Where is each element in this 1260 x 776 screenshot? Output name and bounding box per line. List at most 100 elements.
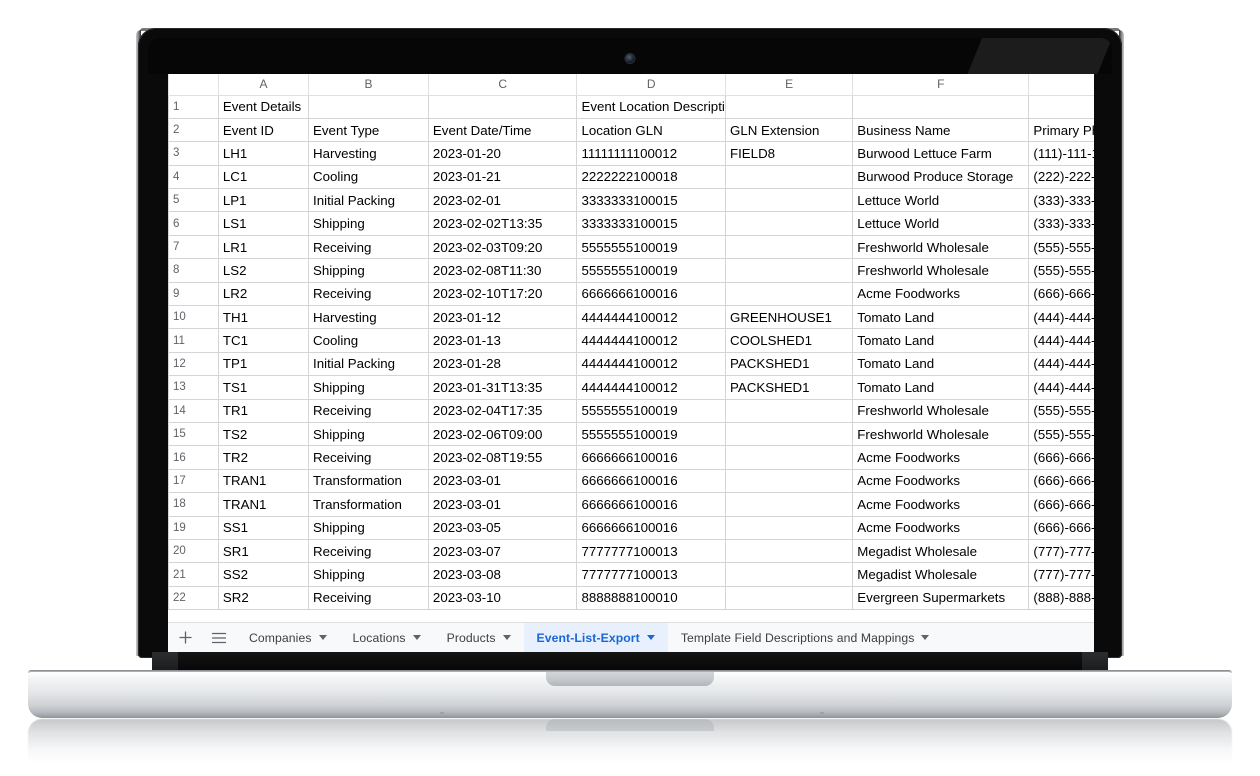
cell-f1[interactable] bbox=[853, 95, 1029, 118]
cell-event-date-time[interactable]: 2023-02-10T17:20 bbox=[428, 282, 577, 305]
cell-event-date-time[interactable]: 2023-02-02T13:35 bbox=[428, 212, 577, 235]
cell-event-date-time[interactable]: 2023-03-01 bbox=[428, 493, 577, 516]
cell-event-type[interactable]: Shipping bbox=[309, 422, 429, 445]
sheet-tab[interactable]: Products bbox=[434, 623, 524, 653]
table-row[interactable]: 17TRAN1Transformation2023-03-01666666610… bbox=[169, 469, 1095, 492]
chevron-down-icon[interactable] bbox=[921, 635, 929, 640]
cell-event-id[interactable]: LR1 bbox=[218, 235, 308, 258]
cell-gln-extension[interactable]: COOLSHED1 bbox=[725, 329, 852, 352]
cell-primary-phone[interactable]: (555)-555-1234 bbox=[1029, 422, 1094, 445]
cell-event-date-time[interactable]: 2023-02-04T17:35 bbox=[428, 399, 577, 422]
cell-business-name[interactable]: Tomato Land bbox=[853, 352, 1029, 375]
cell-gln-extension[interactable] bbox=[725, 539, 852, 562]
table-row[interactable]: 3LH1Harvesting2023-01-2011111111100012FI… bbox=[169, 142, 1095, 165]
cell-event-date-time[interactable]: 2023-03-01 bbox=[428, 469, 577, 492]
table-row[interactable]: 5LP1Initial Packing2023-02-0133333331000… bbox=[169, 189, 1095, 212]
cell-location-gln[interactable]: 6666666100016 bbox=[577, 469, 726, 492]
cell-location-gln[interactable]: 5555555100019 bbox=[577, 399, 726, 422]
cell-location-gln[interactable]: 2222222100018 bbox=[577, 165, 726, 188]
cell-event-id[interactable]: LS2 bbox=[218, 259, 308, 282]
cell-gln-extension[interactable] bbox=[725, 189, 852, 212]
row-number[interactable]: 5 bbox=[169, 189, 219, 212]
cell-gln-extension[interactable] bbox=[725, 469, 852, 492]
cell-primary-phone[interactable]: (777)-777-1234 bbox=[1029, 563, 1094, 586]
cell-business-name[interactable]: Burwood Lettuce Farm bbox=[853, 142, 1029, 165]
sheet-tab[interactable]: Locations bbox=[340, 623, 434, 653]
row-number[interactable]: 22 bbox=[169, 586, 219, 609]
table-row[interactable]: 2 Event ID Event Type Event Date/Time Lo… bbox=[169, 118, 1095, 141]
cell-primary-phone[interactable]: (555)-555-1234 bbox=[1029, 399, 1094, 422]
cell-primary-phone[interactable]: (777)-777-1234 bbox=[1029, 539, 1094, 562]
cell-event-date-time[interactable]: 2023-03-10 bbox=[428, 586, 577, 609]
cell-primary-phone[interactable]: (666)-666-1234 bbox=[1029, 516, 1094, 539]
cell-event-date-time[interactable]: 2023-01-21 bbox=[428, 165, 577, 188]
cell-gln-extension[interactable] bbox=[725, 422, 852, 445]
cell-primary-phone[interactable]: (666)-666-1234 bbox=[1029, 493, 1094, 516]
cell-event-id[interactable]: TS2 bbox=[218, 422, 308, 445]
row-number[interactable]: 3 bbox=[169, 142, 219, 165]
cell-location-gln[interactable]: 3333333100015 bbox=[577, 212, 726, 235]
cell-primary-phone[interactable]: (222)-222-1234 bbox=[1029, 165, 1094, 188]
cell-location-gln[interactable]: 6666666100016 bbox=[577, 516, 726, 539]
cell-location-gln[interactable]: 4444444100012 bbox=[577, 329, 726, 352]
cell-gln-extension[interactable] bbox=[725, 399, 852, 422]
cell-event-id[interactable]: SS2 bbox=[218, 563, 308, 586]
table-row[interactable]: 15TS2Shipping2023-02-06T09:0055555551000… bbox=[169, 422, 1095, 445]
cell-location-gln[interactable]: 6666666100016 bbox=[577, 282, 726, 305]
cell-business-name[interactable]: Freshworld Wholesale bbox=[853, 259, 1029, 282]
cell-event-id[interactable]: SR2 bbox=[218, 586, 308, 609]
column-header-e[interactable]: E bbox=[725, 74, 852, 95]
spreadsheet-grid[interactable]: A B C D E F G 1 Event Details Event Loca… bbox=[168, 74, 1094, 610]
cell-event-type[interactable]: Transformation bbox=[309, 469, 429, 492]
column-header-f[interactable]: F bbox=[853, 74, 1029, 95]
field-header-gln-extension[interactable]: GLN Extension bbox=[725, 118, 852, 141]
cell-business-name[interactable]: Tomato Land bbox=[853, 329, 1029, 352]
cell-event-date-time[interactable]: 2023-03-07 bbox=[428, 539, 577, 562]
cell-location-gln[interactable]: 4444444100012 bbox=[577, 376, 726, 399]
plus-icon[interactable] bbox=[168, 623, 202, 653]
column-header-c[interactable]: C bbox=[428, 74, 577, 95]
cell-gln-extension[interactable]: FIELD8 bbox=[725, 142, 852, 165]
field-header-location-gln[interactable]: Location GLN bbox=[577, 118, 726, 141]
column-header-a[interactable]: A bbox=[218, 74, 308, 95]
cell-primary-phone[interactable]: (444)-444-1234 bbox=[1029, 352, 1094, 375]
row-number[interactable]: 16 bbox=[169, 446, 219, 469]
cell-primary-phone[interactable]: (555)-555-1234 bbox=[1029, 235, 1094, 258]
table-row[interactable]: 8LS2Shipping2023-02-08T11:30555555510001… bbox=[169, 259, 1095, 282]
cell-event-date-time[interactable]: 2023-01-28 bbox=[428, 352, 577, 375]
cell-business-name[interactable]: Megadist Wholesale bbox=[853, 563, 1029, 586]
row-number[interactable]: 21 bbox=[169, 563, 219, 586]
cell-event-type[interactable]: Receiving bbox=[309, 446, 429, 469]
cell-business-name[interactable]: Burwood Produce Storage bbox=[853, 165, 1029, 188]
chevron-down-icon[interactable] bbox=[319, 635, 327, 640]
cell-primary-phone[interactable]: (444)-444-1234 bbox=[1029, 376, 1094, 399]
table-row[interactable]: 14TR1Receiving2023-02-04T17:355555555100… bbox=[169, 399, 1095, 422]
row-number[interactable]: 18 bbox=[169, 493, 219, 516]
cell-event-date-time[interactable]: 2023-02-01 bbox=[428, 189, 577, 212]
cell-g1[interactable] bbox=[1029, 95, 1094, 118]
cell-gln-extension[interactable] bbox=[725, 446, 852, 469]
table-row[interactable]: 16TR2Receiving2023-02-08T19:556666666100… bbox=[169, 446, 1095, 469]
cell-primary-phone[interactable]: (666)-666-1234 bbox=[1029, 469, 1094, 492]
cell-location-gln[interactable]: 4444444100012 bbox=[577, 352, 726, 375]
row-number[interactable]: 7 bbox=[169, 235, 219, 258]
field-header-event-date-time[interactable]: Event Date/Time bbox=[428, 118, 577, 141]
cell-primary-phone[interactable]: (888)-888-1234 bbox=[1029, 586, 1094, 609]
cell-business-name[interactable]: Lettuce World bbox=[853, 212, 1029, 235]
cell-primary-phone[interactable]: (444)-444-1234 bbox=[1029, 329, 1094, 352]
cell-event-type[interactable]: Shipping bbox=[309, 516, 429, 539]
grid-corner-cell[interactable] bbox=[169, 74, 219, 95]
cell-primary-phone[interactable]: (444)-444-1234 bbox=[1029, 306, 1094, 329]
chevron-down-icon[interactable] bbox=[503, 635, 511, 640]
cell-event-date-time[interactable]: 2023-01-20 bbox=[428, 142, 577, 165]
cell-event-id[interactable]: TR2 bbox=[218, 446, 308, 469]
cell-event-id[interactable]: TS1 bbox=[218, 376, 308, 399]
cell-location-gln[interactable]: 4444444100012 bbox=[577, 306, 726, 329]
cell-e1[interactable] bbox=[725, 95, 852, 118]
sheet-tab[interactable]: Companies bbox=[236, 623, 340, 653]
sheet-tab-active[interactable]: Event-List-Export bbox=[524, 623, 668, 653]
table-row[interactable]: 10TH1Harvesting2023-01-124444444100012GR… bbox=[169, 306, 1095, 329]
cell-event-id[interactable]: LS1 bbox=[218, 212, 308, 235]
cell-event-date-time[interactable]: 2023-03-08 bbox=[428, 563, 577, 586]
cell-event-type[interactable]: Transformation bbox=[309, 493, 429, 516]
